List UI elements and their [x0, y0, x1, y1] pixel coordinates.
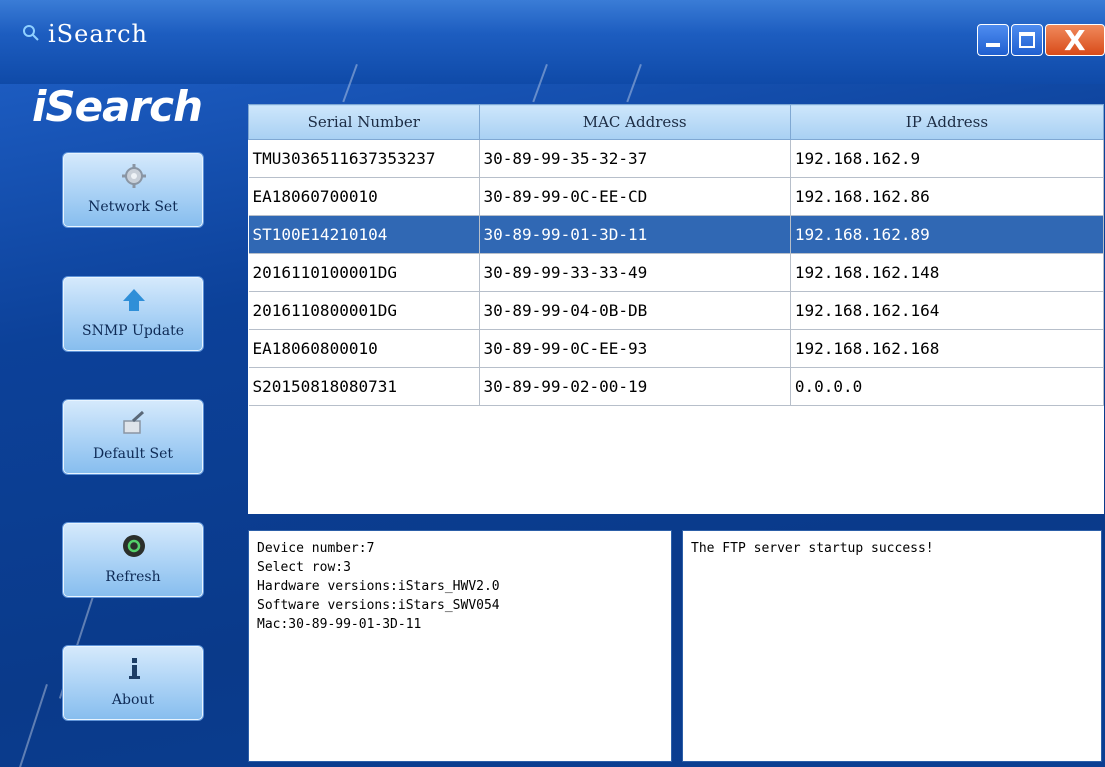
snmp-update-label: SNMP Update — [81, 323, 185, 339]
log-panel[interactable]: The FTP server startup success! — [682, 530, 1102, 762]
mac-cell: 30-89-99-02-00-19 — [479, 367, 791, 406]
refresh-button[interactable]: Refresh — [62, 522, 204, 598]
mac-cell: 30-89-99-01-3D-11 — [479, 215, 791, 254]
mac-cell: 30-89-99-35-32-37 — [479, 139, 791, 178]
table-row[interactable]: 2016110800001DG 30-89-99-04-0B-DB 192.16… — [248, 291, 1105, 330]
window-title: iSearch — [48, 20, 148, 48]
column-header-ip[interactable]: IP Address — [789, 104, 1105, 140]
serial-cell: ST100E14210104 — [248, 215, 480, 254]
serial-cell: TMU3036511637353237 — [248, 139, 480, 178]
maximize-icon — [1019, 32, 1035, 48]
decorative-streak — [18, 684, 48, 767]
ip-cell: 192.168.162.9 — [790, 139, 1105, 178]
app-window: iSearch X iSearch Network Set SNMP Updat… — [0, 0, 1105, 767]
default-set-label: Default Set — [92, 446, 174, 462]
table-row[interactable]: EA18060700010 30-89-99-0C-EE-CD 192.168.… — [248, 177, 1105, 216]
ip-cell: 192.168.162.164 — [790, 291, 1105, 330]
mac-cell: 30-89-99-0C-EE-CD — [479, 177, 791, 216]
gear-icon — [122, 164, 146, 188]
mac-cell: 30-89-99-0C-EE-93 — [479, 329, 791, 368]
arrow-up-icon — [123, 289, 145, 311]
ip-cell: 192.168.162.148 — [790, 253, 1105, 292]
minimize-icon — [986, 43, 1000, 47]
device-info-panel[interactable]: Device number:7 Select row:3 Hardware ve… — [248, 530, 672, 762]
network-set-label: Network Set — [88, 199, 178, 215]
device-table[interactable]: Serial Number MAC Address IP Address TMU… — [248, 104, 1105, 514]
search-icon — [23, 25, 39, 41]
ip-cell: 0.0.0.0 — [790, 367, 1105, 406]
ip-cell: 192.168.162.89 — [790, 215, 1105, 254]
table-header-row: Serial Number MAC Address IP Address — [248, 104, 1105, 140]
table-row-selected[interactable]: ST100E14210104 30-89-99-01-3D-11 192.168… — [248, 215, 1105, 254]
app-logo: iSearch — [32, 82, 203, 131]
select-row-text: Select row:3 — [257, 560, 351, 575]
serial-cell: EA18060700010 — [248, 177, 480, 216]
snmp-update-button[interactable]: SNMP Update — [62, 276, 204, 352]
table-row[interactable]: EA18060800010 30-89-99-0C-EE-93 192.168.… — [248, 329, 1105, 368]
maximize-button[interactable] — [1011, 24, 1043, 56]
hardware-version-text: Hardware versions:iStars_HWV2.0 — [257, 579, 500, 594]
about-button[interactable]: About — [62, 645, 204, 721]
device-number-text: Device number:7 — [257, 541, 375, 556]
mac-text: Mac:30-89-99-01-3D-11 — [257, 617, 422, 632]
serial-cell: EA18060800010 — [248, 329, 480, 368]
ip-cell: 192.168.162.168 — [790, 329, 1105, 368]
network-set-button[interactable]: Network Set — [62, 152, 204, 228]
mac-cell: 30-89-99-04-0B-DB — [479, 291, 791, 330]
table-row[interactable]: S20150818080731 30-89-99-02-00-19 0.0.0.… — [248, 367, 1105, 406]
close-icon: X — [1064, 24, 1086, 57]
serial-cell: 2016110800001DG — [248, 291, 480, 330]
log-message: The FTP server startup success! — [691, 541, 934, 556]
about-label: About — [111, 692, 155, 708]
paint-bucket-icon — [123, 410, 145, 434]
refresh-label: Refresh — [105, 569, 161, 585]
minimize-button[interactable] — [977, 24, 1009, 56]
mac-cell: 30-89-99-33-33-49 — [479, 253, 791, 292]
refresh-icon — [123, 535, 145, 557]
column-header-mac[interactable]: MAC Address — [478, 104, 791, 140]
info-icon — [129, 658, 140, 679]
table-row[interactable]: TMU3036511637353237 30-89-99-35-32-37 19… — [248, 139, 1105, 178]
default-set-button[interactable]: Default Set — [62, 399, 204, 475]
close-button[interactable]: X — [1045, 24, 1105, 57]
table-row[interactable]: 2016110100001DG 30-89-99-33-33-49 192.16… — [248, 253, 1105, 292]
title-bar[interactable]: iSearch X — [0, 0, 1105, 84]
ip-cell: 192.168.162.86 — [790, 177, 1105, 216]
software-version-text: Software versions:iStars_SWV054 — [257, 598, 500, 613]
column-header-serial[interactable]: Serial Number — [248, 104, 480, 140]
serial-cell: 2016110100001DG — [248, 253, 480, 292]
serial-cell: S20150818080731 — [248, 367, 480, 406]
